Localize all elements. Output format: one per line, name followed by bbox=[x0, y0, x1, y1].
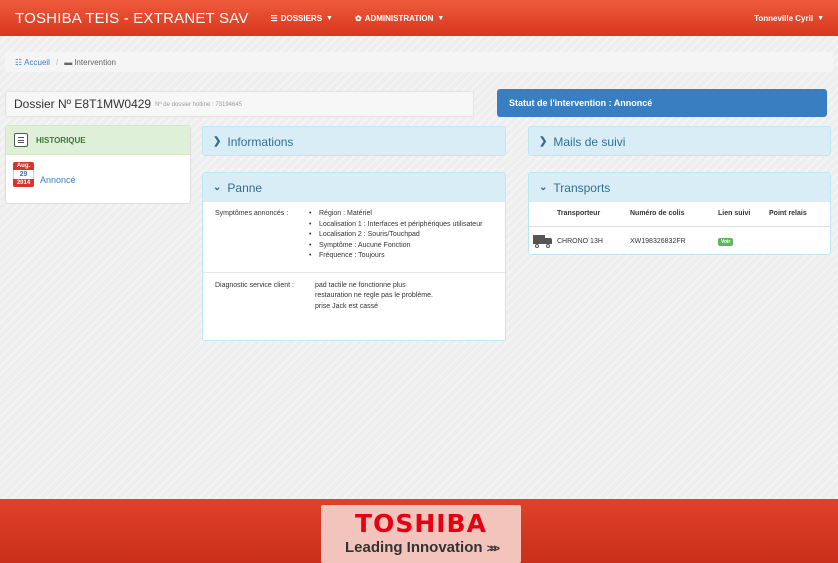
informations-panel: ❯ Informations bbox=[202, 126, 506, 156]
transporteur-cell: CHRONO 13H bbox=[557, 237, 603, 245]
menu-dossiers-label: DOSSIERS bbox=[280, 13, 323, 23]
brand-title[interactable]: TOSHIBA TEIS - EXTRANET SAV bbox=[15, 10, 249, 27]
list-box-icon bbox=[14, 133, 28, 147]
menu-dossiers[interactable]: ☰ DOSSIERS ▼ bbox=[271, 14, 333, 23]
column-header: Lien suivi bbox=[718, 210, 751, 217]
logo-wordmark: TOSHIBA bbox=[355, 509, 487, 538]
informations-title: Informations bbox=[227, 134, 294, 149]
breadcrumb-current: ▬ Intervention bbox=[64, 58, 116, 67]
logo-tagline: Leading Innovation >>> bbox=[321, 539, 521, 556]
diagnostic-row: Diagnostic service client : pad tactile … bbox=[203, 273, 505, 313]
breadcrumb-home-label: Accueil bbox=[24, 57, 50, 67]
list-item: Localisation 1 : Interfaces et périphéri… bbox=[305, 220, 490, 231]
panne-panel: ⌄ Panne Symptômes annoncés : Région : Ma… bbox=[202, 172, 506, 341]
diagnostic-line: prise Jack est cassé bbox=[315, 302, 379, 310]
user-menu[interactable]: Tonneville Cyril ▼ bbox=[754, 14, 824, 23]
folder-icon: ▬ bbox=[64, 57, 73, 67]
status-banner: Statut de l'intervention : Annoncé bbox=[497, 89, 827, 117]
breadcrumb-current-label: Intervention bbox=[74, 57, 117, 67]
diagnostic-label: Diagnostic service client : bbox=[215, 281, 294, 289]
diagnostic-line: pad tactile ne fonctionne plus bbox=[315, 281, 406, 289]
list-icon: ☰ bbox=[270, 13, 278, 23]
menu-administration[interactable]: ✿ ADMINISTRATION ▼ bbox=[355, 14, 444, 23]
informations-header[interactable]: ❯ Informations bbox=[203, 127, 505, 155]
list-item: Localisation 2 : Souris/Touchpad bbox=[305, 230, 490, 241]
hotline-number: Nº de dossier hotline : 73194645 bbox=[155, 102, 243, 108]
symptomes-label: Symptômes annoncés : bbox=[215, 210, 289, 217]
voir-button[interactable]: Voir bbox=[718, 237, 734, 246]
historique-header: HISTORIQUE bbox=[6, 126, 190, 155]
breadcrumb: ☷ Accueil / ▬ Intervention bbox=[5, 52, 833, 72]
table-row: CHRONO 13H XW198326832FR Voir bbox=[529, 227, 830, 254]
truck-icon bbox=[533, 234, 553, 248]
colis-cell: XW198326832FR bbox=[630, 237, 686, 245]
caret-down-icon: ▼ bbox=[817, 14, 824, 22]
table-header: Transporteur Numéro de colis Lien suivi … bbox=[529, 202, 830, 227]
mails-panel: ❯ Mails de suivi bbox=[528, 126, 831, 156]
list-item: Fréquence : Toujours bbox=[305, 251, 490, 262]
transports-header[interactable]: ⌄ Transports bbox=[529, 173, 830, 202]
column-header: Numéro de colis bbox=[630, 210, 685, 217]
arrows-icon: >>> bbox=[486, 543, 500, 555]
menu-administration-label: ADMINISTRATION bbox=[364, 13, 434, 23]
panne-header[interactable]: ⌄ Panne bbox=[203, 173, 505, 202]
status-label: Statut de l'intervention : Annoncé bbox=[509, 98, 653, 108]
list-item: Région : Matériel bbox=[305, 209, 490, 220]
breadcrumb-home[interactable]: ☷ Accueil bbox=[15, 58, 50, 67]
dossier-header: Dossier Nº E8T1MW0429 Nº de dossier hotl… bbox=[5, 91, 474, 117]
toshiba-logo: TOSHIBA Leading Innovation >>> bbox=[321, 505, 521, 563]
list-item: Symptôme : Aucune Fonction bbox=[305, 241, 490, 252]
historique-title: HISTORIQUE bbox=[36, 135, 86, 145]
historique-entry-link[interactable]: Annoncé bbox=[40, 175, 76, 185]
chevron-down-icon: ⌄ bbox=[213, 182, 222, 193]
calendar-icon: Aug. 29 2014 bbox=[13, 162, 34, 187]
panne-title: Panne bbox=[227, 180, 263, 195]
column-header: Transporteur bbox=[557, 210, 601, 217]
dossier-title: Dossier Nº E8T1MW0429 bbox=[14, 97, 152, 111]
chevron-down-icon: ⌄ bbox=[539, 182, 548, 193]
symptomes-row: Symptômes annoncés : Région : Matériel L… bbox=[203, 202, 505, 262]
calendar-year: 2014 bbox=[13, 179, 34, 187]
transports-panel: ⌄ Transports Transporteur Numéro de coli… bbox=[528, 172, 831, 255]
diagnostic-line: restauration ne regle pas le problème. bbox=[315, 292, 433, 299]
calendar-month: Aug. bbox=[13, 162, 34, 170]
transports-title: Transports bbox=[553, 180, 611, 195]
chevron-right-icon: ❯ bbox=[539, 136, 548, 147]
gear-icon: ✿ bbox=[354, 13, 362, 23]
chevron-right-icon: ❯ bbox=[213, 136, 222, 147]
symptomes-list: Région : Matériel Localisation 1 : Inter… bbox=[305, 209, 490, 262]
diagnostic-text: pad tactile ne fonctionne plus restaurat… bbox=[315, 281, 433, 313]
historique-panel: HISTORIQUE Aug. 29 2014 Annoncé bbox=[5, 125, 191, 204]
breadcrumb-separator: / bbox=[55, 57, 59, 67]
historique-entry: Aug. 29 2014 Annoncé bbox=[6, 155, 190, 187]
caret-down-icon: ▼ bbox=[326, 14, 333, 22]
logo-tagline-text: Leading Innovation bbox=[345, 539, 483, 556]
caret-down-icon: ▼ bbox=[437, 14, 445, 22]
calendar-day: 29 bbox=[13, 170, 34, 179]
user-name: Tonneville Cyril bbox=[754, 13, 814, 23]
mails-title: Mails de suivi bbox=[553, 134, 626, 149]
top-navbar: TOSHIBA TEIS - EXTRANET SAV ☰ DOSSIERS ▼… bbox=[0, 0, 838, 36]
mails-header[interactable]: ❯ Mails de suivi bbox=[529, 127, 830, 155]
column-header: Point relais bbox=[769, 210, 807, 217]
list-icon: ☷ bbox=[15, 57, 23, 67]
